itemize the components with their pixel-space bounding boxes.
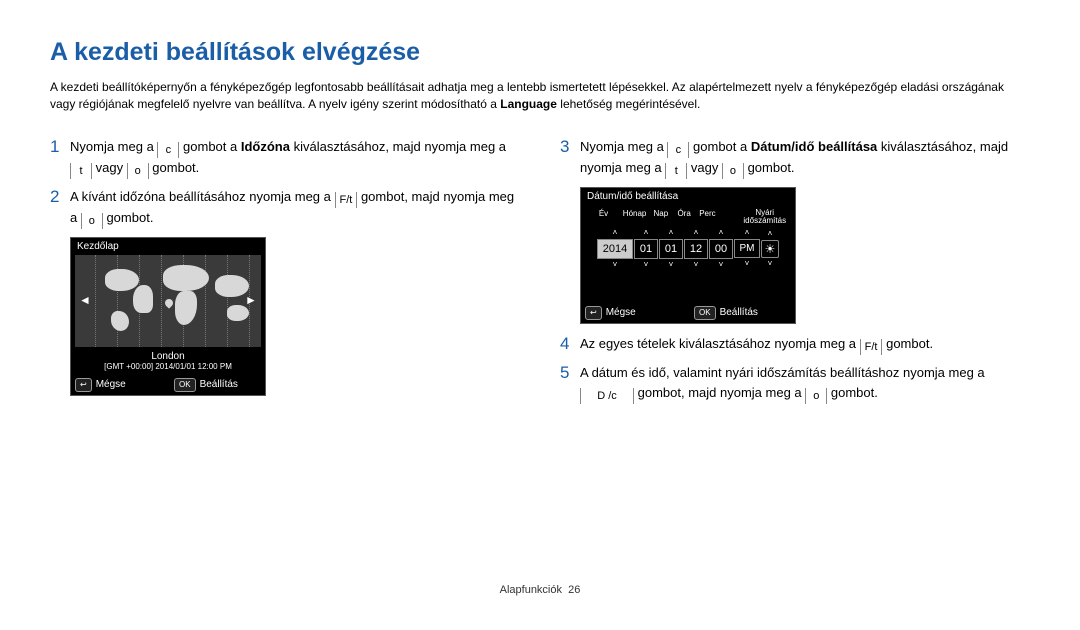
timezone-map: ◄ ► [75, 255, 261, 347]
step-number: 4 [560, 334, 580, 355]
text: gombot. [882, 336, 933, 351]
chevron-up-icon[interactable]: ˄ [745, 227, 750, 239]
screenshot-datetime: Dátum/idő beállítása Év Hónap Nap Óra Pe… [580, 187, 796, 324]
map-pin-icon [163, 297, 174, 308]
text: Nyomja meg a [70, 139, 157, 154]
text: vagy [687, 160, 722, 175]
ok-icon: OK [694, 306, 716, 320]
label-month: Hónap [620, 209, 649, 225]
chevron-up-icon[interactable]: ˄ [768, 228, 773, 240]
screen-header: Kezdőlap [71, 238, 265, 255]
chevron-up-icon[interactable]: ˄ [644, 227, 649, 239]
set-label: Beállítás [200, 379, 238, 390]
text: gombot. [827, 385, 878, 400]
timezone-city: London [71, 347, 265, 362]
text: kiválasztásához, majd nyomja meg a [290, 139, 506, 154]
minute-value[interactable]: 00 [709, 239, 733, 259]
button-glyph-o: o [127, 163, 149, 179]
chevron-up-icon[interactable]: ˄ [669, 227, 674, 239]
step-number: 3 [560, 137, 580, 179]
text: gombot, majd nyomja meg a [634, 385, 805, 400]
chevron-down-icon[interactable]: ˅ [694, 259, 699, 271]
nav-left-icon[interactable]: ◄ [79, 293, 91, 307]
step-1: 1 Nyomja meg a c gombot a Időzóna kivála… [50, 137, 520, 179]
bold-label: Dátum/idő beállítása [751, 139, 877, 154]
chevron-down-icon[interactable]: ˅ [719, 259, 724, 271]
screen-header: Dátum/idő beállítása [581, 188, 795, 205]
text: A dátum és idő, valamint nyári időszámít… [580, 365, 985, 380]
timezone-gmt: [GMT +00:00] 2014/01/01 12:00 PM [71, 362, 265, 375]
text: gombot. [149, 160, 200, 175]
set-label: Beállítás [720, 307, 758, 318]
text: Az egyes tételek kiválasztásához nyomja … [580, 336, 860, 351]
text: vagy [92, 160, 127, 175]
text: A kívánt időzóna beállításához nyomja me… [70, 189, 335, 204]
label-day: Nap [649, 209, 672, 225]
step-4: 4 Az egyes tételek kiválasztásához nyomj… [560, 334, 1030, 355]
label-dst: Nyári időszámítás [740, 209, 789, 225]
button-glyph-t: t [665, 163, 687, 179]
button-glyph-o: o [805, 388, 827, 404]
button-glyph-o: o [81, 213, 103, 229]
left-column: 1 Nyomja meg a c gombot a Időzóna kivála… [50, 137, 520, 412]
chevron-down-icon[interactable]: ˅ [745, 258, 750, 270]
screenshot-timezone: Kezdőlap [70, 237, 266, 396]
chevron-up-icon[interactable]: ˄ [719, 227, 724, 239]
button-glyph-t: t [70, 163, 92, 179]
page-footer: Alapfunkciók 26 [0, 584, 1080, 596]
ok-icon: OK [174, 378, 196, 392]
text: gombot a [689, 139, 750, 154]
nav-right-icon[interactable]: ► [245, 293, 257, 307]
label-min: Perc [696, 209, 719, 225]
label-year: Év [587, 209, 620, 225]
cancel-label: Mégse [606, 307, 636, 318]
button-glyph-ft: F/t [335, 192, 358, 208]
set-button[interactable]: OK Beállítás [682, 306, 791, 320]
cancel-label: Mégse [96, 379, 126, 390]
step-number: 2 [50, 187, 70, 229]
button-glyph-c: c [667, 142, 689, 158]
year-value[interactable]: 2014 [597, 239, 633, 259]
footer-page: 26 [568, 584, 580, 596]
text: gombot. [103, 210, 154, 225]
bold-label: Időzóna [241, 139, 290, 154]
chevron-up-icon[interactable]: ˄ [613, 227, 618, 239]
button-glyph-c: c [157, 142, 179, 158]
back-icon: ↩ [75, 378, 92, 392]
intro-text: A kezdeti beállítóképernyőn a fényképező… [50, 79, 1030, 113]
back-icon: ↩ [585, 306, 602, 320]
button-glyph-ft: F/t [860, 339, 883, 355]
chevron-down-icon[interactable]: ˅ [768, 258, 773, 270]
dst-sun-icon[interactable]: ☀ [761, 240, 779, 258]
text: gombot a [179, 139, 240, 154]
cancel-button[interactable]: ↩ Mégse [585, 306, 682, 320]
set-button[interactable]: OK Beállítás [162, 378, 261, 392]
intro-part2: lehetőség megérintésével. [557, 97, 700, 111]
label-hour: Óra [672, 209, 695, 225]
step-2: 2 A kívánt időzóna beállításához nyomja … [50, 187, 520, 229]
datetime-column-labels: Év Hónap Nap Óra Perc Nyári időszámítás [581, 205, 795, 225]
step-number: 5 [560, 363, 580, 404]
month-value[interactable]: 01 [634, 239, 658, 259]
cancel-button[interactable]: ↩ Mégse [75, 378, 162, 392]
step-3: 3 Nyomja meg a c gombot a Dátum/idő beál… [560, 137, 1030, 179]
chevron-down-icon[interactable]: ˅ [644, 259, 649, 271]
right-column: 3 Nyomja meg a c gombot a Dátum/idő beál… [560, 137, 1030, 412]
text: gombot. [744, 160, 795, 175]
button-glyph-o: o [722, 163, 744, 179]
ampm-value[interactable]: PM [734, 239, 760, 258]
step-5: 5 A dátum és idő, valamint nyári időszám… [560, 363, 1030, 404]
page-title: A kezdeti beállítások elvégzése [50, 38, 1030, 67]
step-number: 1 [50, 137, 70, 179]
chevron-down-icon[interactable]: ˅ [669, 259, 674, 271]
intro-bold: Language [500, 97, 557, 111]
chevron-up-icon[interactable]: ˄ [694, 227, 699, 239]
chevron-down-icon[interactable]: ˅ [613, 259, 618, 271]
day-value[interactable]: 01 [659, 239, 683, 259]
button-glyph-dc: D /c [580, 388, 634, 404]
text: Nyomja meg a [580, 139, 667, 154]
hour-value[interactable]: 12 [684, 239, 708, 259]
footer-section: Alapfunkciók [500, 584, 562, 596]
